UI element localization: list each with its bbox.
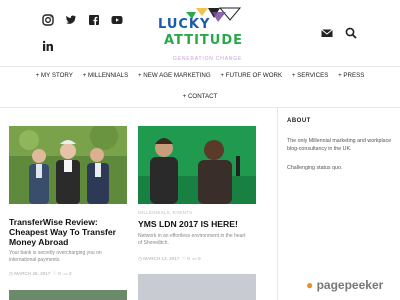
sidebar-about-text: The only Millennial marketing and workpl… <box>287 138 392 152</box>
heart-icon[interactable]: ♡ <box>53 271 57 276</box>
mail-icon[interactable] <box>321 27 333 39</box>
post-comments: 2 <box>69 271 72 276</box>
sidebar-about-sub: Challenging status quo. <box>287 165 343 171</box>
logo-line2: ATTITUDE <box>164 33 244 48</box>
post-comments: 0 <box>198 256 201 261</box>
logo-line1: LUCKY <box>158 17 211 32</box>
heart-icon[interactable]: ♡ <box>182 256 186 261</box>
post-image-yms[interactable] <box>138 126 256 204</box>
post-title-yms[interactable]: YMS LDN 2017 IS HERE! <box>138 219 256 229</box>
nav-row-2: + CONTACT <box>0 93 400 100</box>
post-excerpt-transferwise: Your bank is secretly overcharging you o… <box>9 250 102 263</box>
post-image-next-2[interactable] <box>138 274 256 300</box>
post-date: MARCH 26, 2017 <box>14 271 51 276</box>
search-icon[interactable] <box>345 27 357 39</box>
post-meta-yms: ◷ MARCH 13, 2017 ♡ 0 ▭ 0 <box>138 256 201 262</box>
facebook-icon[interactable] <box>88 14 100 26</box>
nav-item-press[interactable]: + PRESS <box>338 72 364 79</box>
pagepeeker-logo-mark: ● <box>306 278 314 292</box>
post-image-transferwise[interactable] <box>9 126 127 204</box>
post-excerpt-yms: Network in an effortless environment in … <box>138 233 246 246</box>
main-nav: + MY STORY + MILLENNIALS + NEW AGE MARKE… <box>0 72 400 79</box>
clock-icon: ◷ <box>138 256 143 261</box>
nav-item-new-age-marketing[interactable]: + NEW AGE MARKETING <box>138 72 211 79</box>
post-likes: 0 <box>187 256 190 261</box>
pagepeeker-watermark: ● pagepeeker <box>306 278 383 292</box>
twitter-icon[interactable] <box>65 14 77 26</box>
post-date: MARCH 13, 2017 <box>143 256 180 261</box>
post-likes: 0 <box>58 271 61 276</box>
comment-icon[interactable]: ▭ <box>63 271 67 276</box>
nav-item-services[interactable]: + SERVICES <box>292 72 329 79</box>
clock-icon: ◷ <box>9 271 14 276</box>
post-meta-transferwise: ◷ MARCH 26, 2017 ♡ 0 ▭ 2 <box>9 271 72 277</box>
nav-divider-top <box>0 66 400 67</box>
comment-icon[interactable]: ▭ <box>192 256 196 261</box>
youtube-icon[interactable] <box>111 14 123 26</box>
pagepeeker-brand: pagepeeker <box>316 278 384 292</box>
linkedin-icon[interactable] <box>42 40 54 52</box>
sidebar-heading: ABOUT <box>287 118 311 124</box>
nav-item-contact[interactable]: + CONTACT <box>183 93 218 100</box>
nav-item-future-of-work[interactable]: + FUTURE OF WORK <box>220 72 282 79</box>
logo-tagline: GENERATION CHANGE <box>173 56 243 62</box>
post-image-next-1[interactable] <box>9 290 127 300</box>
nav-item-my-story[interactable]: + MY STORY <box>36 72 73 79</box>
instagram-icon[interactable] <box>42 14 54 26</box>
post-title-transferwise[interactable]: TransferWise Review: Cheapest Way To Tra… <box>9 217 127 247</box>
nav-item-millennials[interactable]: + MILLENNIALS <box>83 72 129 79</box>
post-category-yms[interactable]: MILLENNIALS, EVENTS <box>138 210 192 215</box>
